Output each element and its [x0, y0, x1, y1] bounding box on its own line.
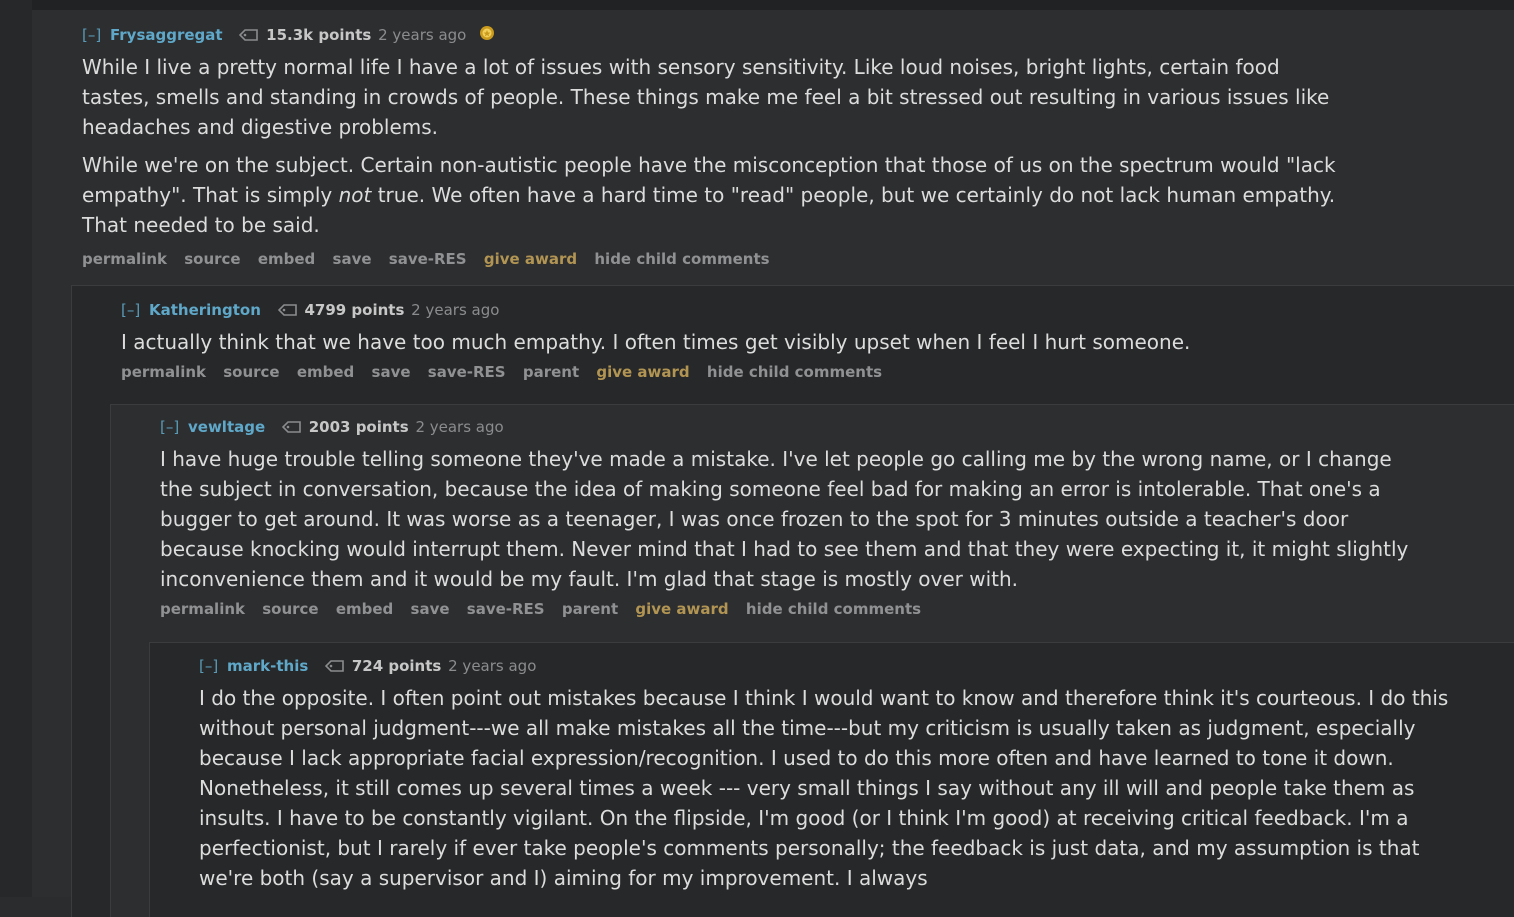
- permalink-button[interactable]: permalink: [121, 363, 206, 381]
- comment-paragraph: I actually think that we have too much e…: [121, 330, 1191, 354]
- score: 2003 points: [308, 418, 409, 436]
- comment-body: While I live a pretty normal life I have…: [82, 52, 1352, 240]
- author-link[interactable]: vewltage: [188, 418, 265, 436]
- comment-tagline: [–] Katherington 4799 points 2 years ago: [121, 299, 1514, 321]
- collapse-toggle[interactable]: [–]: [121, 301, 140, 319]
- embed-button[interactable]: embed: [258, 250, 315, 268]
- comment-tagline: [–] Frysaggregat 15.3k points 2 years ag…: [82, 24, 1514, 46]
- comment-paragraph: While we're on the subject. Certain non-…: [82, 153, 1336, 237]
- parent-button[interactable]: parent: [523, 363, 579, 381]
- comment-body: I do the opposite. I often point out mis…: [199, 683, 1469, 893]
- comment-body: I have huge trouble telling someone they…: [160, 444, 1410, 594]
- score: 15.3k points: [266, 26, 372, 44]
- give-award-button[interactable]: give award: [596, 363, 689, 381]
- emphasis: not: [338, 183, 372, 207]
- collapse-toggle[interactable]: [–]: [199, 657, 218, 675]
- top-bar: [32, 0, 1514, 10]
- gold-award-icon[interactable]: [479, 25, 495, 47]
- hide-child-comments-button[interactable]: hide child comments: [707, 363, 882, 381]
- score: 4799 points: [304, 301, 405, 319]
- child-comment: [–] Katherington 4799 points 2 years ago…: [71, 285, 1514, 917]
- give-award-button[interactable]: give award: [635, 600, 728, 618]
- child-comment: [–] vewltage 2003 points 2 years ago I h…: [110, 404, 1514, 917]
- comment-tagline: [–] vewltage 2003 points 2 years ago: [160, 416, 1514, 438]
- source-button[interactable]: source: [184, 250, 240, 268]
- comment-actions: permalink source embed save save-RES par…: [160, 598, 1514, 620]
- tag-icon: [239, 25, 259, 47]
- child-comment: [–] mark-this 724 points 2 years ago I d…: [149, 642, 1514, 917]
- save-res-button[interactable]: save-RES: [428, 363, 506, 381]
- collapse-toggle[interactable]: [–]: [82, 26, 101, 44]
- tag-icon: [281, 417, 302, 439]
- comment: [–] Frysaggregat 15.3k points 2 years ag…: [82, 24, 1514, 270]
- timestamp: 2 years ago: [448, 657, 537, 675]
- author-link[interactable]: Frysaggregat: [110, 26, 223, 44]
- author-link[interactable]: Katherington: [149, 301, 261, 319]
- hide-child-comments-button[interactable]: hide child comments: [594, 250, 769, 268]
- save-button[interactable]: save: [411, 600, 450, 618]
- comment-actions: permalink source embed save save-RES par…: [121, 361, 1514, 383]
- comment-actions: permalink source embed save save-RES giv…: [82, 248, 1514, 270]
- author-link[interactable]: mark-this: [227, 657, 308, 675]
- embed-button[interactable]: embed: [297, 363, 354, 381]
- tag-icon: [277, 300, 298, 322]
- permalink-button[interactable]: permalink: [82, 250, 167, 268]
- timestamp: 2 years ago: [411, 301, 500, 319]
- timestamp: 2 years ago: [378, 26, 467, 44]
- comment-tagline: [–] mark-this 724 points 2 years ago: [199, 655, 1514, 677]
- comment-thread: [–] Frysaggregat 15.3k points 2 years ag…: [32, 10, 1514, 917]
- score: 724 points: [351, 657, 442, 675]
- save-button[interactable]: save: [333, 250, 372, 268]
- left-gutter: [0, 0, 33, 897]
- permalink-button[interactable]: permalink: [160, 600, 245, 618]
- timestamp: 2 years ago: [415, 418, 504, 436]
- source-button[interactable]: source: [223, 363, 279, 381]
- comment-paragraph: I have huge trouble telling someone they…: [160, 447, 1409, 591]
- comment-paragraph: While I live a pretty normal life I have…: [82, 55, 1330, 139]
- tag-icon: [324, 656, 345, 678]
- source-button[interactable]: source: [262, 600, 318, 618]
- save-res-button[interactable]: save-RES: [389, 250, 467, 268]
- comment-body: I actually think that we have too much e…: [121, 327, 1391, 357]
- comment-paragraph: I do the opposite. I often point out mis…: [199, 686, 1449, 890]
- give-award-button[interactable]: give award: [484, 250, 577, 268]
- embed-button[interactable]: embed: [336, 600, 393, 618]
- save-res-button[interactable]: save-RES: [467, 600, 545, 618]
- parent-button[interactable]: parent: [562, 600, 618, 618]
- collapse-toggle[interactable]: [–]: [160, 418, 179, 436]
- hide-child-comments-button[interactable]: hide child comments: [746, 600, 921, 618]
- save-button[interactable]: save: [372, 363, 411, 381]
